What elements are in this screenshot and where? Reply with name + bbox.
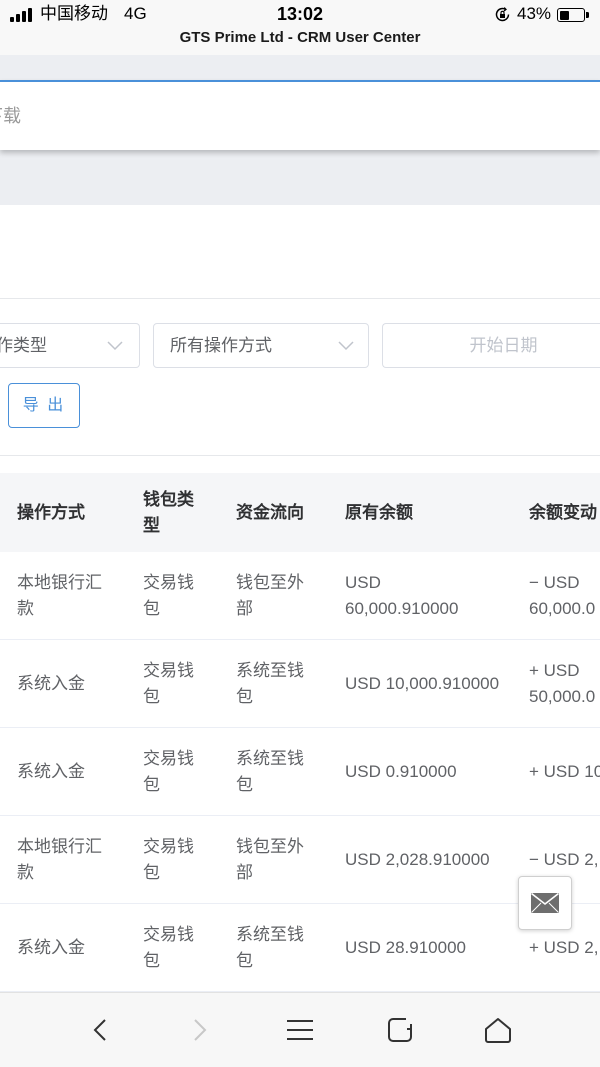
- cell-fund-flow: 系统至钱 包: [236, 924, 304, 970]
- chevron-down-icon: [107, 341, 123, 351]
- browser-bottom-nav: [0, 992, 600, 1067]
- tabs-button[interactable]: [370, 993, 430, 1067]
- menu-item-download[interactable]: 下载: [0, 105, 21, 127]
- operation-type-value: 作类型: [0, 336, 47, 355]
- operation-method-value: 所有操作方式: [170, 336, 272, 355]
- battery-icon: [557, 8, 585, 22]
- table-row: 本地银行汇 款 交易钱 包 钱包至外 部 USD 60,000.910000 −…: [0, 552, 600, 640]
- table-row: 系统入金 交易钱 包 系统至钱 包 USD 28.910000 + USD 2,: [0, 904, 600, 992]
- forward-button[interactable]: [170, 993, 230, 1067]
- signal-bar: [22, 11, 26, 22]
- cell-wallet-type: 交易钱 包: [143, 572, 194, 618]
- home-button[interactable]: [468, 993, 528, 1067]
- column-header-wallet-type: 钱包类 型: [143, 489, 194, 535]
- cell-original-balance: USD 10,000.910000: [345, 673, 500, 693]
- forward-icon: [194, 1019, 207, 1041]
- carrier-name: 中国移动: [40, 4, 108, 23]
- signal-bar: [28, 8, 32, 22]
- menu-panel: 下载: [0, 80, 600, 150]
- cell-original-balance: USD 2,028.910000: [345, 849, 490, 869]
- battery-percentage: 43%: [517, 4, 552, 23]
- table-header: 操作方式 钱包类 型 资金流向 原有余额 余额变动: [0, 473, 600, 552]
- browser-chrome: 中国移动 4G 13:02 43% GTS Prime Ltd - CRM Us…: [0, 0, 600, 55]
- mail-icon: [531, 892, 559, 913]
- cell-wallet-type: 交易钱 包: [143, 924, 194, 970]
- operation-method-select[interactable]: 所有操作方式: [153, 323, 369, 368]
- start-date-input[interactable]: [382, 323, 600, 368]
- cell-fund-flow: 系统至钱 包: [236, 748, 304, 794]
- back-button[interactable]: [70, 993, 130, 1067]
- signal-bar: [16, 14, 20, 22]
- cell-method: 系统入金: [17, 673, 85, 693]
- column-header-balance-change: 余额变动: [529, 502, 597, 522]
- cell-wallet-type: 交易钱 包: [143, 748, 194, 794]
- home-icon: [485, 1018, 511, 1043]
- back-icon: [93, 1019, 106, 1041]
- divider: [0, 455, 600, 456]
- cell-method: 系统入金: [17, 761, 85, 781]
- battery-level-fill: [559, 10, 570, 20]
- cell-balance-change: − USD 60,000.0: [529, 572, 596, 618]
- cell-fund-flow: 钱包至外 部: [236, 572, 304, 618]
- divider: [0, 298, 600, 299]
- table-row: 系统入金 交易钱 包 系统至钱 包 USD 10,000.910000 + US…: [0, 640, 600, 728]
- battery-nub: [586, 12, 589, 18]
- cell-balance-change: + USD 10: [529, 761, 600, 781]
- table-row: 本地银行汇 款 交易钱 包 钱包至外 部 USD 2,028.910000 − …: [0, 816, 600, 904]
- cell-method: 本地银行汇 款: [17, 572, 102, 618]
- cell-original-balance: USD 0.910000: [345, 761, 457, 781]
- cell-original-balance: USD 28.910000: [345, 937, 466, 957]
- column-header-method: 操作方式: [17, 502, 85, 522]
- cell-method: 系统入金: [17, 937, 85, 957]
- clock: 13:02: [276, 4, 324, 24]
- chevron-down-icon: [338, 341, 354, 351]
- signal-icon: [10, 8, 34, 22]
- export-button[interactable]: 导 出: [8, 383, 80, 428]
- menu-icon: [287, 1020, 313, 1040]
- network-type: 4G: [124, 4, 147, 23]
- cell-fund-flow: 系统至钱 包: [236, 660, 304, 706]
- cell-original-balance: USD 60,000.910000: [345, 572, 459, 618]
- cell-fund-flow: 钱包至外 部: [236, 836, 304, 882]
- cell-method: 本地银行汇 款: [17, 836, 102, 882]
- tabs-icon: [388, 1018, 412, 1042]
- table-row: 系统入金 交易钱 包 系统至钱 包 USD 0.910000 + USD 10: [0, 728, 600, 816]
- rotation-lock-icon: [495, 7, 510, 22]
- cell-balance-change: + USD 50,000.0: [529, 660, 596, 706]
- cell-wallet-type: 交易钱 包: [143, 836, 194, 882]
- signal-bar: [10, 17, 14, 22]
- operation-type-select[interactable]: 作类型: [0, 323, 140, 368]
- page-title: GTS Prime Ltd - CRM User Center: [179, 29, 421, 46]
- menu-button[interactable]: [270, 993, 330, 1067]
- message-button[interactable]: [518, 876, 572, 930]
- column-header-original-balance: 原有余额: [345, 502, 413, 522]
- cell-wallet-type: 交易钱 包: [143, 660, 194, 706]
- column-header-fund-flow: 资金流向: [236, 502, 304, 522]
